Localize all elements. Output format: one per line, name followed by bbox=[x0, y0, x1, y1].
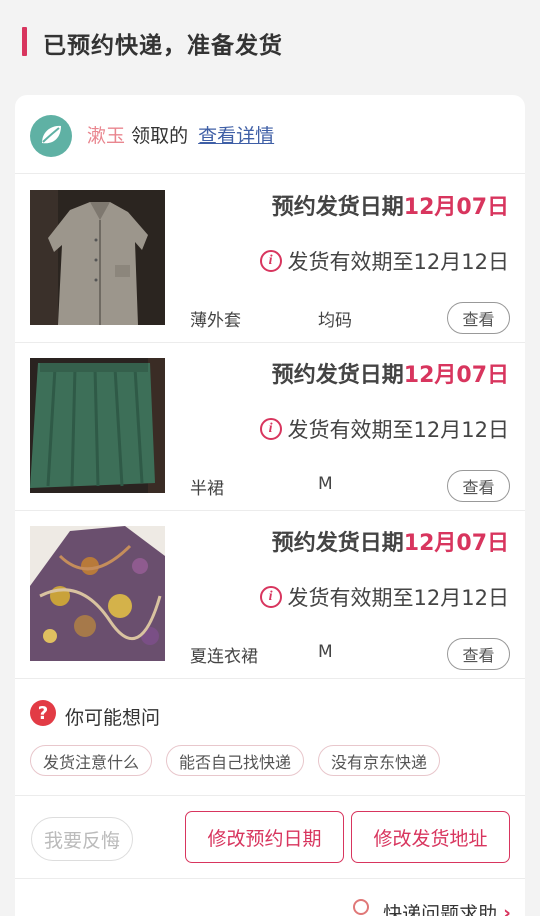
info-icon: i bbox=[259, 250, 282, 272]
item-photo-skirt bbox=[30, 358, 165, 493]
item-size: M bbox=[318, 642, 333, 662]
view-button[interactable]: 查看 bbox=[447, 470, 510, 502]
list-item: 预约发货日期12月07日 i 发货有效期至12月12日 薄外套 均码 查看 bbox=[15, 175, 525, 343]
ship-date-label: 预约发货日期12月07日 bbox=[272, 357, 509, 389]
faq-chip[interactable]: 没有京东快递 bbox=[318, 745, 441, 776]
ship-date-prefix: 预约发货日期 bbox=[271, 531, 404, 556]
ship-date-value: 12月07日 bbox=[403, 531, 509, 556]
faq-chip[interactable]: 能否自己找快递 bbox=[166, 745, 305, 776]
validity-row: i 发货有效期至12月12日 bbox=[259, 246, 509, 276]
item-name: 夏连衣裙 bbox=[190, 647, 258, 667]
faq-title: 你可能想问 bbox=[65, 707, 161, 729]
ship-date-value: 12月07日 bbox=[403, 195, 509, 220]
item-size: M bbox=[318, 474, 333, 494]
list-item: 预约发货日期12月07日 i 发货有效期至12月12日 半裙 M 查看 bbox=[15, 343, 525, 511]
view-button[interactable]: 查看 bbox=[447, 638, 510, 670]
faq-chip[interactable]: 发货注意什么 bbox=[30, 745, 153, 776]
regret-button[interactable]: 我要反悔 bbox=[31, 817, 133, 861]
item-size: 均码 bbox=[318, 311, 352, 331]
help-label: 快递问题求助 bbox=[383, 903, 498, 916]
leaf-logo-icon bbox=[30, 115, 72, 157]
view-button[interactable]: 查看 bbox=[447, 302, 510, 334]
ship-date-label: 预约发货日期12月07日 bbox=[272, 525, 509, 557]
faq-chips: 发货注意什么 能否自己找快递 没有京东快递 bbox=[30, 745, 454, 776]
order-card: 漱玉 领取的 查看详情 预约发货日期12月07日 i 发货有效期至12月12日 … bbox=[15, 95, 525, 916]
giver-name: 漱玉 bbox=[87, 125, 126, 147]
view-details-link[interactable]: 查看详情 bbox=[198, 125, 274, 147]
faq-section: ? 你可能想问 发货注意什么 能否自己找快递 没有京东快递 bbox=[15, 679, 525, 796]
item-photo-jacket bbox=[30, 190, 165, 325]
validity-row: i 发货有效期至12月12日 bbox=[259, 582, 509, 612]
giver-row: 漱玉 领取的 查看详情 bbox=[15, 95, 525, 174]
header-accent-bar bbox=[22, 27, 27, 56]
info-icon: i bbox=[259, 418, 282, 440]
ship-date-prefix: 预约发货日期 bbox=[271, 195, 404, 220]
info-icon: i bbox=[259, 586, 282, 608]
ship-date-label: 预约发货日期12月07日 bbox=[272, 189, 509, 221]
page-header: 已预约快递，准备发货 bbox=[0, 0, 540, 84]
item-photo-dress bbox=[30, 526, 165, 661]
validity-text: 发货有效期至12月12日 bbox=[287, 418, 509, 442]
page-title: 已预约快递，准备发货 bbox=[43, 33, 283, 59]
change-date-button[interactable]: 修改预约日期 bbox=[185, 811, 344, 863]
change-address-button[interactable]: 修改发货地址 bbox=[351, 811, 510, 863]
chevron-right-icon: › bbox=[503, 901, 511, 916]
item-name: 薄外套 bbox=[190, 311, 241, 331]
ship-date-value: 12月07日 bbox=[403, 363, 509, 388]
giver-text: 漱玉 领取的 查看详情 bbox=[87, 121, 274, 148]
list-item: 预约发货日期12月07日 i 发货有效期至12月12日 夏连衣裙 M 查看 bbox=[15, 511, 525, 679]
validity-text: 发货有效期至12月12日 bbox=[287, 250, 509, 274]
validity-row: i 发货有效期至12月12日 bbox=[259, 414, 509, 444]
giver-action: 领取的 bbox=[131, 125, 189, 147]
ship-date-prefix: 预约发货日期 bbox=[271, 363, 404, 388]
validity-text: 发货有效期至12月12日 bbox=[287, 586, 509, 610]
action-bar: 我要反悔 修改预约日期 修改发货地址 bbox=[15, 796, 525, 879]
location-pin-icon bbox=[353, 898, 370, 915]
item-name: 半裙 bbox=[190, 479, 224, 499]
delivery-help-link[interactable]: 快递问题求助 › bbox=[353, 898, 511, 916]
question-icon: ? bbox=[30, 700, 56, 726]
